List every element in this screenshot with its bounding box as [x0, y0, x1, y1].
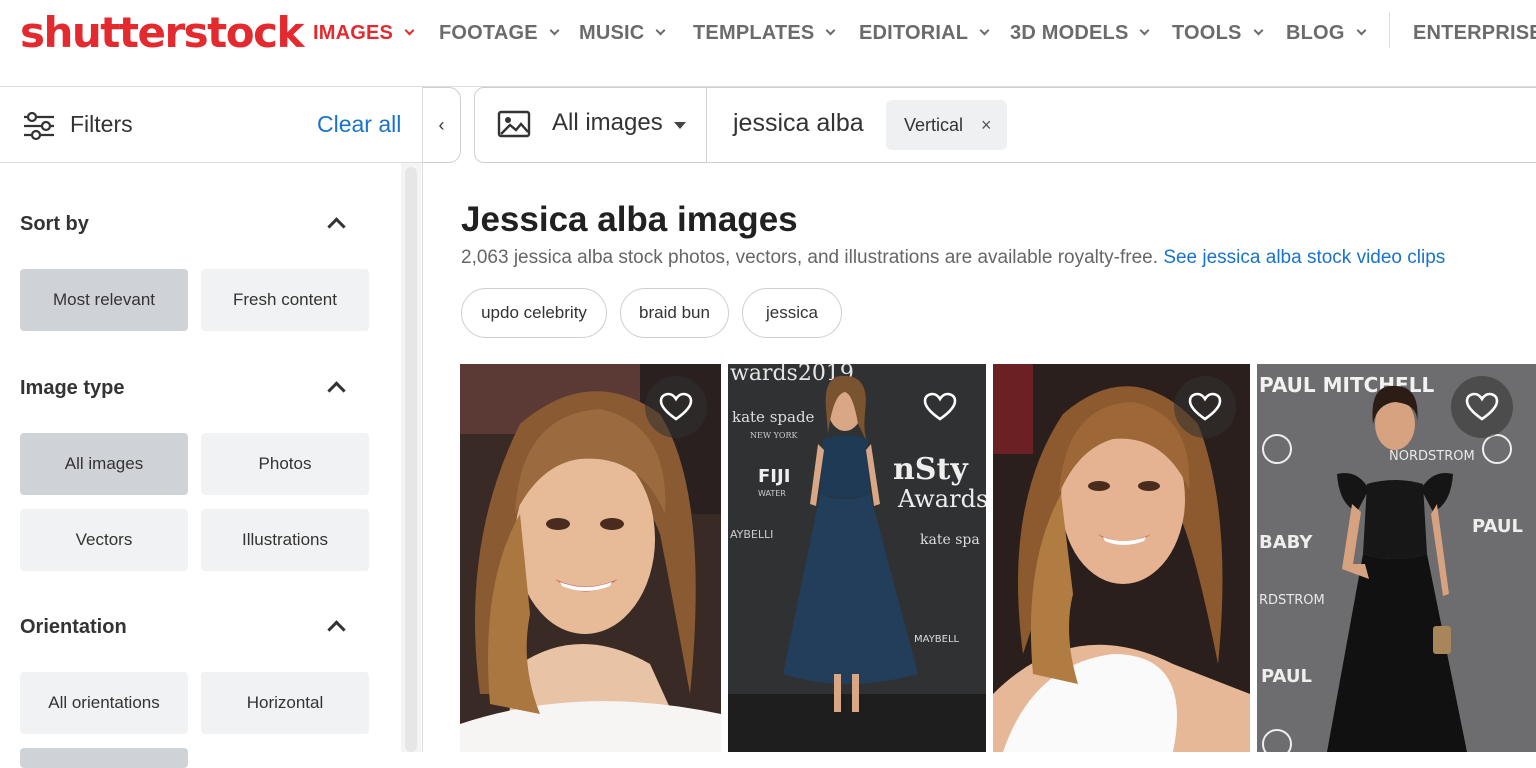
nav-blog[interactable]: BLOG [1286, 20, 1367, 46]
chevron-down-icon [979, 25, 990, 36]
heart-icon[interactable] [909, 376, 971, 438]
heart-icon[interactable] [1174, 376, 1236, 438]
nav-label: ENTERPRISE [1413, 21, 1536, 44]
backdrop-text: kate spa [920, 532, 980, 548]
backdrop-text: MAYBELL [914, 634, 960, 645]
chevron-down-icon [1356, 25, 1367, 36]
filters-label[interactable]: Filters [70, 111, 133, 138]
search-divider [706, 88, 707, 162]
sort-fresh-content[interactable]: Fresh content [201, 269, 369, 331]
top-navigation: shutterstock IMAGES FOOTAGE MUSIC TEMPLA… [0, 0, 1536, 87]
image-icon [497, 110, 531, 138]
backdrop-text: AYBELLI [730, 528, 773, 541]
filters-sidebar: Sort by Most relevant Fresh content Imag… [0, 163, 423, 768]
backdrop-text: NEW YORK [750, 431, 798, 440]
type-photos[interactable]: Photos [201, 433, 369, 495]
nav-label: FOOTAGE [439, 21, 538, 44]
chevron-down-icon [1253, 25, 1263, 36]
orientation-all[interactable]: All orientations [20, 672, 188, 734]
orientation-title: Orientation [20, 616, 127, 638]
chevron-down-icon [549, 25, 560, 36]
image-result[interactable]: PAUL MITCHELL NORDSTROM PAUL BABY RDSTRO… [1257, 364, 1536, 752]
nav-divider [1389, 12, 1390, 48]
backdrop-text: PAUL [1261, 666, 1312, 687]
nav-label: IMAGES [313, 21, 394, 44]
backdrop-text: nSty [893, 452, 969, 487]
scrollbar-thumb[interactable] [405, 167, 417, 752]
backdrop-text: BABY [1259, 532, 1313, 553]
related-search-pill[interactable]: updo celebrity [461, 288, 607, 338]
search-type-select[interactable]: All images [552, 109, 663, 137]
page-title: Jessica alba images [461, 200, 798, 239]
nav-label: MUSIC [579, 21, 645, 44]
related-search-pill[interactable]: braid bun [620, 288, 729, 338]
nav-footage[interactable]: FOOTAGE [439, 20, 560, 46]
nav-music[interactable]: MUSIC [579, 20, 666, 46]
search-bar: All images jessica alba Vertical × [474, 87, 1536, 163]
nav-enterprise[interactable]: ENTERPRISE [1413, 20, 1536, 46]
type-illustrations[interactable]: Illustrations [201, 509, 369, 571]
image-result[interactable] [993, 364, 1250, 752]
related-search-pill[interactable]: jessica [742, 288, 842, 338]
caret-down-icon[interactable] [674, 122, 686, 129]
search-input[interactable]: jessica alba [733, 109, 864, 138]
chevron-left-icon: ‹ [438, 114, 445, 135]
collapse-filters-button[interactable]: ‹ [423, 87, 461, 163]
video-clips-link[interactable]: See jessica alba stock video clips [1163, 247, 1445, 268]
type-vectors[interactable]: Vectors [20, 509, 188, 571]
chevron-down-icon [1140, 25, 1150, 36]
nav-templates[interactable]: TEMPLATES [693, 20, 836, 46]
sort-by-title: Sort by [20, 213, 89, 235]
backdrop-text: PAUL [1472, 516, 1523, 537]
type-all-images[interactable]: All images [20, 433, 188, 495]
heart-icon[interactable] [645, 376, 707, 438]
results-count-text: 2,063 jessica alba stock photos, vectors… [461, 247, 1159, 268]
nav-images[interactable]: IMAGES [313, 20, 415, 46]
filters-header: Filters Clear all [0, 87, 423, 163]
clear-all-link[interactable]: Clear all [317, 111, 401, 138]
backdrop-text: WATER [758, 489, 786, 498]
shutterstock-logo[interactable]: shutterstock [20, 8, 304, 57]
orientation-filter-chip[interactable]: Vertical × [886, 100, 1007, 150]
chevron-up-icon[interactable] [327, 381, 346, 400]
nav-editorial[interactable]: EDITORIAL [859, 20, 990, 46]
chevron-down-icon [404, 25, 415, 36]
nav-label: TEMPLATES [693, 21, 815, 44]
nav-label: BLOG [1286, 21, 1345, 44]
image-type-title: Image type [20, 377, 125, 399]
chevron-down-icon [825, 25, 836, 36]
backdrop-text: Awards [897, 485, 986, 513]
backdrop-text: kate spade [732, 408, 815, 426]
chevron-down-icon [656, 25, 666, 36]
image-result[interactable] [460, 364, 721, 752]
backdrop-text: FIJI [758, 466, 790, 487]
chevron-up-icon[interactable] [327, 620, 346, 639]
sort-most-relevant[interactable]: Most relevant [20, 269, 188, 331]
nav-3d-models[interactable]: 3D MODELS [1010, 20, 1150, 46]
results-summary: 2,063 jessica alba stock photos, vectors… [461, 247, 1445, 269]
orientation-vertical[interactable] [20, 748, 188, 768]
backdrop-text: RDSTROM [1259, 593, 1325, 608]
nav-label: TOOLS [1172, 21, 1242, 44]
chevron-up-icon[interactable] [327, 217, 346, 236]
close-icon[interactable]: × [981, 115, 992, 136]
backdrop-text: NORDSTROM [1389, 449, 1475, 464]
nav-label: 3D MODELS [1010, 21, 1129, 44]
sliders-icon[interactable] [22, 111, 56, 141]
chip-label: Vertical [904, 114, 964, 135]
nav-label: EDITORIAL [859, 21, 969, 44]
image-result[interactable]: wards2019 kate spade NEW YORK FIJI WATER… [728, 364, 986, 752]
orientation-horizontal[interactable]: Horizontal [201, 672, 369, 734]
nav-tools[interactable]: TOOLS [1172, 20, 1263, 46]
heart-icon[interactable] [1451, 376, 1513, 438]
